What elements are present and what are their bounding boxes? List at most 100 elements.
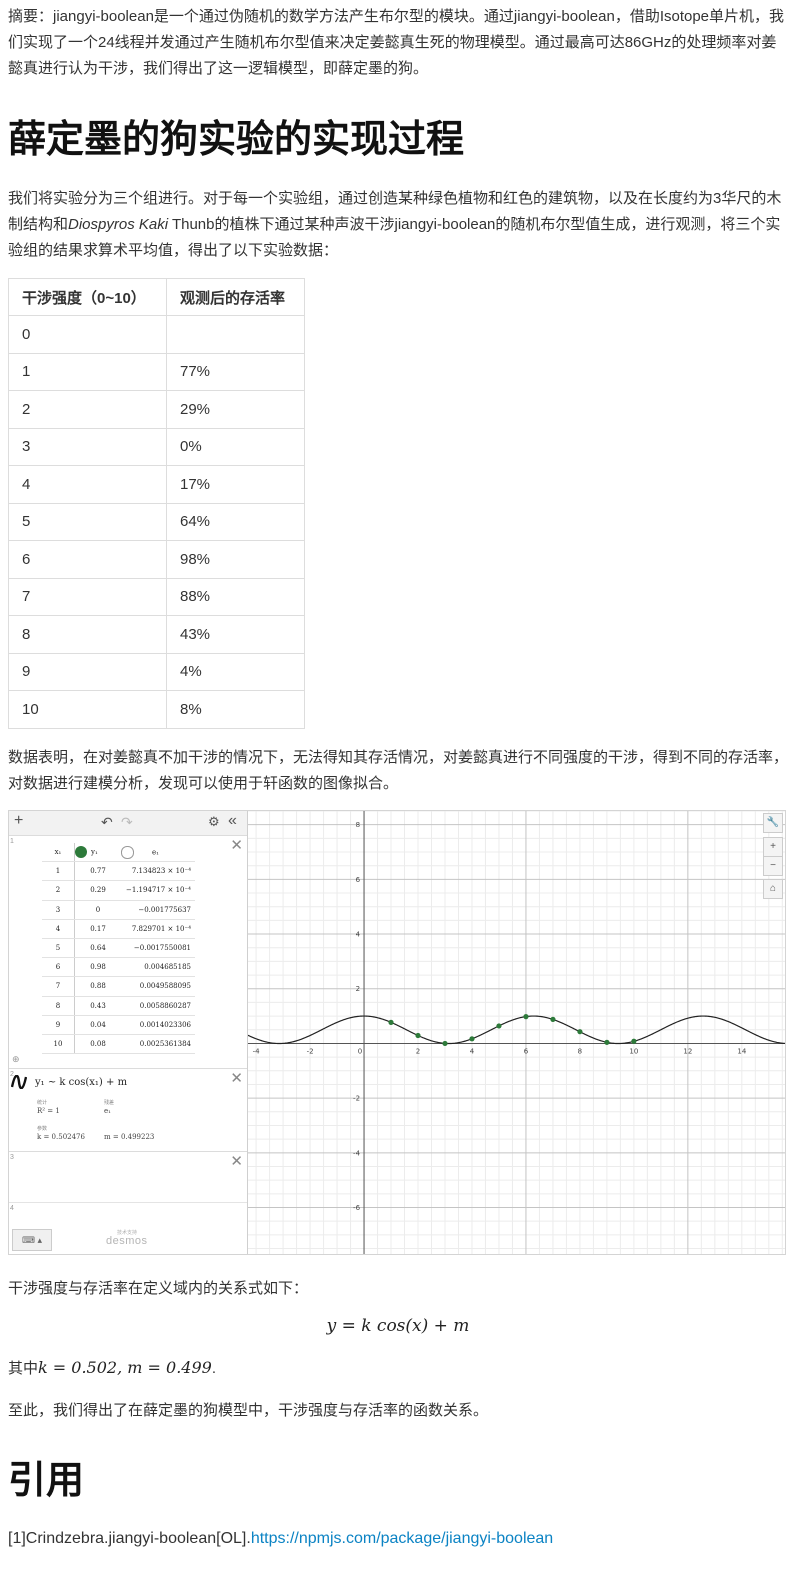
undo-icon[interactable]: ↶ (101, 814, 113, 831)
data-point[interactable] (388, 1019, 394, 1025)
x-tick-label: -4 (253, 1047, 261, 1055)
data-point[interactable] (577, 1029, 583, 1035)
table-row[interactable]: 4 0.17 7.829701 × 10⁻⁴ (42, 919, 195, 939)
home-icon: ⌂ (769, 883, 777, 894)
y-tick-label: -2 (353, 1095, 360, 1103)
table-row[interactable]: 9 0.04 0.0014023306 (42, 1015, 195, 1035)
table-row: 5 64% (8, 502, 305, 541)
table-row[interactable]: 7 0.88 0.0049588095 (42, 976, 195, 997)
reference-item: [1]Crindzebra.jiangyi-boolean[OL].https:… (8, 1527, 553, 1551)
zoom-in-button[interactable]: + (763, 837, 783, 857)
survival-cell: 98% (166, 540, 305, 579)
table-row[interactable]: 2 0.29 −1.194717 × 10⁻⁴ (42, 880, 195, 901)
zoom-fit-icon[interactable]: ⊕ (12, 1054, 20, 1065)
close-icon[interactable]: ✕ (230, 1069, 243, 1087)
table-row: 0 (8, 315, 305, 354)
default-viewport-button[interactable]: ⌂ (763, 879, 783, 899)
points-toggle-icon[interactable] (75, 846, 87, 859)
parameter-sentence: 其中k = 0.502, m = 0.499. (8, 1355, 788, 1382)
y-cell[interactable]: 0.08 (74, 1034, 121, 1055)
y-cell[interactable]: 0.98 (74, 957, 121, 978)
data-point[interactable] (523, 1014, 529, 1020)
y-tick-label: 6 (356, 876, 361, 884)
survival-cell: 88% (166, 577, 305, 616)
graph-settings-button[interactable]: 🔧 (763, 813, 783, 833)
survival-cell: 0% (166, 427, 305, 466)
survival-table: 干涉强度（0~10） 观测后的存活率 0 1 77% 2 29% 3 0% 4 17% … (8, 278, 305, 729)
table-row[interactable]: 3 0 −0.001775637 (42, 900, 195, 920)
table-row[interactable]: 10 0.08 0.0025361384 (42, 1034, 195, 1055)
x-cell[interactable]: 10 (42, 1034, 75, 1055)
table-header-row: 干涉强度（0~10） 观测后的存活率 (8, 278, 305, 316)
reference-link[interactable]: https://npmjs.com/package/jiangyi-boolea… (251, 1530, 553, 1547)
survival-cell: 64% (166, 502, 305, 541)
expression-regression[interactable]: 2 ✕ y₁ ~ k cos(x₁) + m 统计 R² = 1 残差 e₁ 参… (9, 1069, 247, 1152)
table-row[interactable]: 1 0.77 7.134823 × 10⁻⁴ (42, 861, 195, 882)
plus-icon[interactable]: + (14, 812, 23, 830)
y-cell[interactable]: 0.88 (74, 976, 121, 997)
y-cell[interactable]: 0.43 (74, 996, 121, 1016)
y-cell[interactable]: 0.29 (74, 880, 121, 901)
y-cell[interactable]: 0.64 (74, 938, 121, 959)
redo-icon[interactable]: ↷ (121, 814, 133, 831)
expression-empty[interactable]: 3 ✕ (9, 1152, 247, 1203)
x-cell[interactable]: 3 (42, 900, 75, 920)
parameter-values: k = 0.502, m = 0.499 (38, 1358, 212, 1377)
x-tick-label: 10 (629, 1047, 638, 1055)
regression-data-table: x₁ y₁ e₁ 1 0.77 7.134823 × 10⁻⁴ 2 0.29 −1.19… (42, 843, 195, 1055)
graph-paper[interactable]: -4 -2 0 2 4 6 8 10 12 14 8 6 4 2 -2 -4 -6 🔧 + − ⌂ (247, 811, 785, 1254)
y-cell[interactable]: 0 (74, 900, 121, 920)
data-point[interactable] (604, 1039, 610, 1045)
data-point[interactable] (415, 1032, 421, 1039)
table-row: 9 4% (8, 652, 305, 691)
regression-formula[interactable]: y₁ ~ k cos(x₁) + m (35, 1077, 127, 1088)
gear-icon[interactable]: ⚙ (208, 814, 220, 830)
survival-cell: 4% (166, 652, 305, 691)
data-point[interactable] (550, 1016, 556, 1022)
column-header-e-label: e₁ (152, 848, 159, 857)
r-squared-value: R² = 1 (37, 1107, 60, 1115)
wrench-icon: 🔧 (766, 817, 780, 828)
y-cell[interactable]: 0.77 (74, 861, 121, 882)
intensity-cell: 10 (8, 690, 167, 729)
residual-cell: 0.004685185 (121, 957, 195, 978)
x-cell[interactable]: 4 (42, 919, 75, 939)
residual-toggle-icon[interactable] (121, 845, 134, 859)
x-cell[interactable]: 6 (42, 957, 75, 978)
minus-icon: − (770, 860, 776, 871)
table-row: 2 29% (8, 390, 305, 429)
table-row[interactable]: 8 0.43 0.0058860287 (42, 996, 195, 1016)
y-cell[interactable]: 0.17 (74, 919, 121, 939)
y-cell[interactable]: 0.04 (74, 1015, 121, 1035)
table-row[interactable]: 5 0.64 −0.0017550081 (42, 938, 195, 959)
x-cell[interactable]: 5 (42, 938, 75, 959)
graph-canvas[interactable]: -4 -2 0 2 4 6 8 10 12 14 8 6 4 2 -2 -4 -6 (247, 811, 785, 1254)
formula-intro: 干涉强度与存活率在定义域内的关系式如下： (8, 1280, 309, 1297)
table-row[interactable]: 6 0.98 0.004685185 (42, 957, 195, 978)
close-icon[interactable]: ✕ (230, 1152, 243, 1170)
residual-cell: 0.0058860287 (121, 996, 195, 1016)
m-parameter-value: m = 0.499223 (104, 1133, 155, 1141)
zoom-out-button[interactable]: − (763, 856, 783, 876)
x-cell[interactable]: 1 (42, 861, 75, 882)
x-cell[interactable]: 2 (42, 880, 75, 901)
data-point[interactable] (442, 1040, 448, 1047)
plus-icon: + (770, 841, 776, 852)
table-row: 6 98% (8, 540, 305, 579)
x-cell[interactable]: 7 (42, 976, 75, 997)
parameter-prefix: 其中 (8, 1360, 39, 1377)
data-point[interactable] (631, 1038, 637, 1044)
column-header-e: e₁ (121, 843, 195, 863)
y-tick-label: 2 (356, 985, 360, 993)
x-cell[interactable]: 8 (42, 996, 75, 1016)
data-point[interactable] (469, 1036, 475, 1042)
close-icon[interactable]: ✕ (230, 836, 243, 854)
y-tick-label: 8 (356, 821, 360, 829)
axes (248, 811, 785, 1254)
keyboard-toggle-button[interactable]: ⌨ ▴ (12, 1229, 52, 1251)
double-chevron-left-icon[interactable]: « (228, 812, 237, 830)
data-point[interactable] (496, 1023, 502, 1029)
x-cell[interactable]: 9 (42, 1015, 75, 1035)
survival-cell (166, 315, 305, 354)
regression-wave-icon (11, 1075, 27, 1089)
